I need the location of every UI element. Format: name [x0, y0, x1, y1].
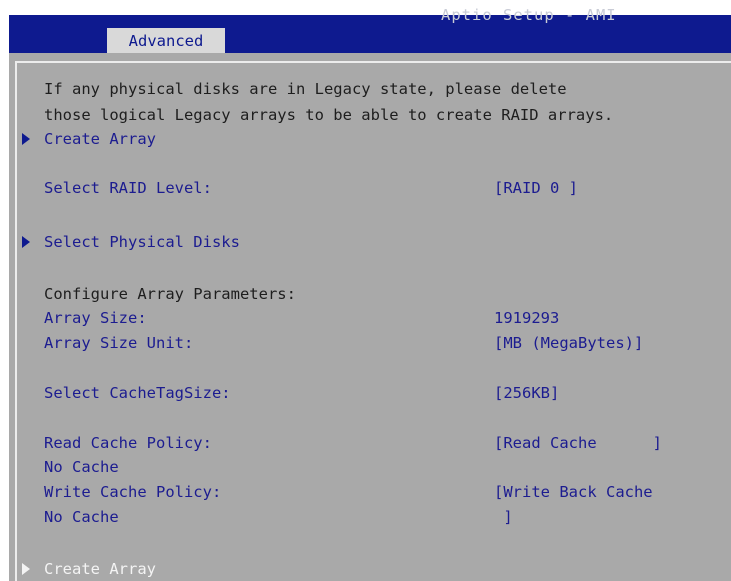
submenu-arrow-icon — [22, 563, 30, 575]
read-cache-policy-value[interactable]: [Read Cache ] — [494, 433, 662, 453]
info-text-line1: If any physical disks are in Legacy stat… — [44, 80, 567, 98]
read-cache-sub-label: No Cache — [44, 458, 119, 476]
submenu-arrow-icon — [22, 236, 30, 248]
array-size-unit-value[interactable]: [MB (MegaBytes)] — [494, 333, 643, 353]
raid-level-label: Select RAID Level: — [44, 179, 212, 197]
array-size-value[interactable]: 1919293 — [494, 308, 559, 328]
array-size-label: Array Size: — [44, 309, 147, 327]
write-cache-policy-label: Write Cache Policy: — [44, 483, 222, 501]
bios-brand-title: Aptio Setup - AMI — [441, 6, 617, 24]
tab-advanced[interactable]: Advanced — [107, 28, 225, 53]
select-physical-disks-item[interactable]: Select Physical Disks — [44, 232, 240, 252]
write-cache-policy-value-cont[interactable]: ] — [494, 507, 512, 527]
info-text-line2: those logical Legacy arrays to be able t… — [44, 106, 614, 124]
create-array-bottom-item[interactable]: Create Array — [44, 559, 156, 579]
array-size-unit-label: Array Size Unit: — [44, 334, 194, 352]
write-cache-policy-value[interactable]: [Write Back Cache — [494, 482, 653, 502]
read-cache-policy-label: Read Cache Policy: — [44, 434, 212, 452]
create-array-top-item[interactable]: Create Array — [44, 129, 156, 149]
submenu-arrow-icon — [22, 133, 30, 145]
settings-panel: If any physical disks are in Legacy stat… — [9, 53, 731, 581]
tab-advanced-label: Advanced — [128, 31, 204, 50]
header-bar: Aptio Setup - AMI Advanced — [9, 6, 731, 53]
configure-params-heading: Configure Array Parameters: — [44, 285, 296, 303]
cache-tag-size-label: Select CacheTagSize: — [44, 384, 231, 402]
raid-level-value[interactable]: [RAID 0 ] — [494, 178, 578, 198]
cache-tag-size-value[interactable]: [256KB] — [494, 383, 559, 403]
write-cache-sub-label: No Cache — [44, 508, 119, 526]
